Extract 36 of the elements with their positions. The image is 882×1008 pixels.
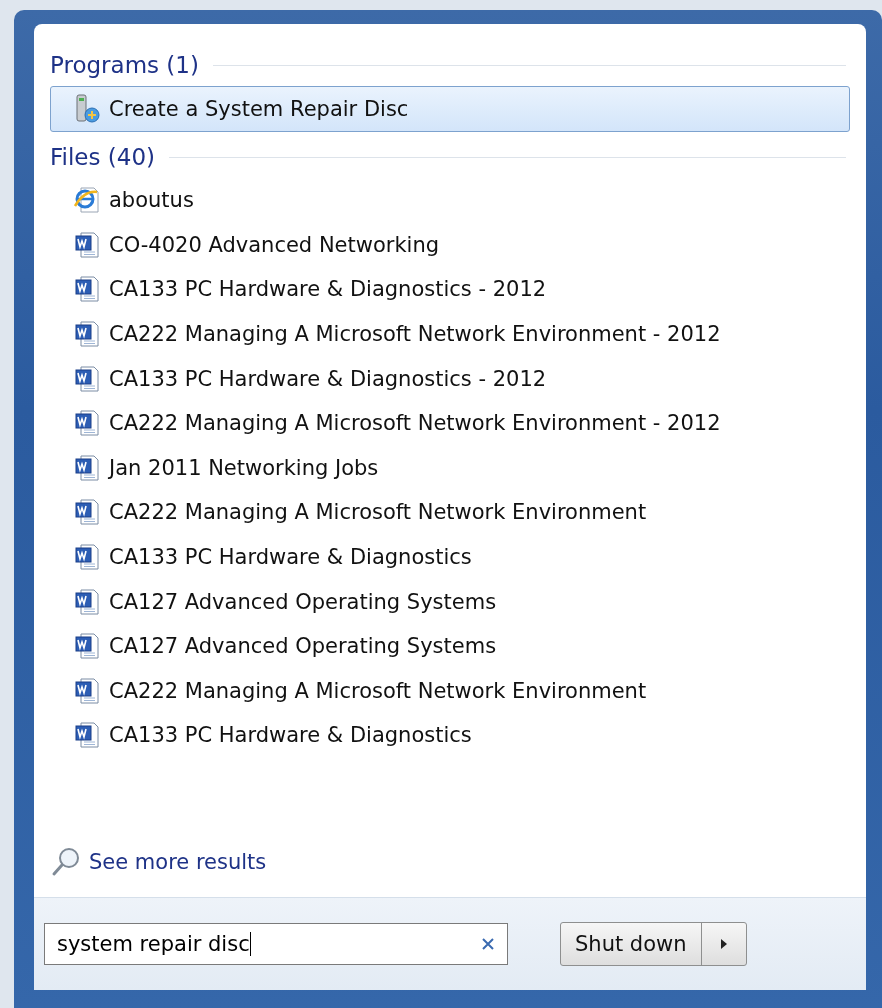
web-document-icon bbox=[73, 186, 101, 215]
word-document-icon bbox=[73, 409, 101, 438]
section-header: Files (40) bbox=[50, 144, 155, 170]
result-item[interactable]: CA133 PC Hardware & Diagnostics - 2012 bbox=[50, 267, 850, 312]
word-document-icon bbox=[73, 721, 101, 750]
result-item[interactable]: CA222 Managing A Microsoft Network Environment bbox=[50, 668, 850, 714]
word-document-icon bbox=[73, 453, 101, 482]
word-document-icon bbox=[73, 364, 101, 393]
search-field[interactable]: system repair disc bbox=[44, 923, 508, 965]
result-item[interactable]: CA127 Advanced Operating Systems bbox=[50, 579, 850, 624]
repair-disc-icon bbox=[73, 94, 101, 124]
word-document-icon bbox=[73, 543, 101, 572]
word-document-icon bbox=[73, 587, 101, 616]
section-header: Programs (1) bbox=[50, 52, 199, 78]
result-item[interactable]: CA133 PC Hardware & Diagnostics - 2012 bbox=[50, 356, 850, 401]
result-item[interactable]: CA127 Advanced Operating Systems bbox=[50, 623, 850, 669]
result-item[interactable]: CO-4020 Advanced Networking bbox=[50, 222, 850, 268]
word-document-icon bbox=[73, 230, 101, 259]
search-icon bbox=[51, 846, 81, 878]
result-item[interactable]: CA222 Managing A Microsoft Network Environment - 2012 bbox=[50, 311, 850, 357]
result-item[interactable]: Create a System Repair Disc bbox=[50, 86, 850, 132]
word-document-icon bbox=[73, 320, 101, 349]
word-document-icon bbox=[73, 632, 101, 661]
result-item[interactable]: CA222 Managing A Microsoft Network Environment bbox=[50, 490, 850, 535]
word-document-icon bbox=[73, 275, 101, 304]
caret-icon bbox=[719, 938, 728, 950]
result-item[interactable]: CA133 PC Hardware & Diagnostics bbox=[50, 713, 850, 758]
word-document-icon bbox=[73, 676, 101, 705]
result-item[interactable]: aboutus bbox=[50, 178, 850, 223]
see-more-results-link[interactable]: See more results bbox=[89, 850, 267, 874]
word-document-icon bbox=[73, 498, 101, 527]
result-item[interactable]: CA222 Managing A Microsoft Network Environment - 2012 bbox=[50, 400, 850, 446]
shut-down-button[interactable]: Shut down bbox=[561, 923, 702, 965]
close-icon[interactable] bbox=[481, 937, 495, 951]
result-item[interactable]: Jan 2011 Networking Jobs bbox=[50, 445, 850, 491]
result-item[interactable]: CA133 PC Hardware & Diagnostics bbox=[50, 534, 850, 580]
